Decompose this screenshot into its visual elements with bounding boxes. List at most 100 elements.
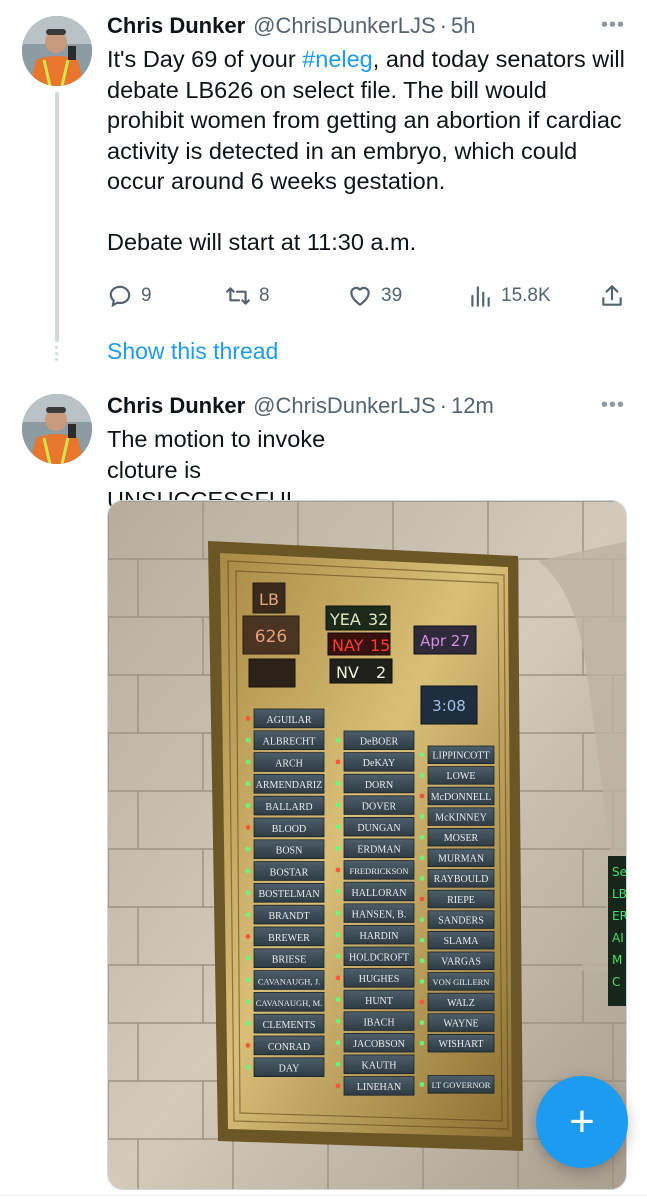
senator-name: HUGHES <box>359 974 400 985</box>
thread-dots <box>55 346 59 366</box>
vote-lamp <box>335 824 341 830</box>
vote-lamp <box>419 876 425 881</box>
vote-lamp <box>335 1040 341 1046</box>
avatar[interactable] <box>22 394 92 464</box>
share-icon <box>602 285 622 306</box>
board-clock: 3:08 <box>432 697 466 715</box>
bill-label: LB <box>259 590 279 609</box>
vote-lamp <box>335 781 341 786</box>
yea-label: YEA <box>329 610 361 629</box>
reply-count: 9 <box>141 285 152 306</box>
senator-name: BOSTELMAN <box>258 889 319 900</box>
senator-name: BRANDT <box>268 911 309 922</box>
hashtag-link[interactable]: #neleg <box>302 46 373 72</box>
author-handle[interactable]: @ChrisDunkerLJS <box>253 13 436 39</box>
senator-name: ERDMAN <box>357 845 400 856</box>
senator-name: WAYNE <box>443 1018 478 1029</box>
show-thread-link[interactable]: Show this thread <box>107 338 278 365</box>
vote-lamp <box>419 958 425 964</box>
yea-count: 32 <box>368 610 388 629</box>
senator-name: WALZ <box>447 998 475 1009</box>
senator-name: BOSTAR <box>270 867 309 878</box>
senator-name: HUNT <box>365 996 393 1007</box>
senator-name: VON GILLERN <box>433 977 490 987</box>
senator-name: DUNGAN <box>357 823 400 834</box>
vote-lamp <box>245 890 251 896</box>
vote-lamp <box>245 825 251 830</box>
vote-lamp <box>419 896 425 902</box>
vote-lamp <box>245 977 251 983</box>
tweet-1[interactable]: Chris Dunker @ChrisDunkerLJS · 5h ••• It… <box>0 0 647 380</box>
vote-lamp <box>419 1082 425 1087</box>
vote-lamp <box>419 855 425 861</box>
senator-name: RAYBOULD <box>434 874 489 885</box>
more-options-icon[interactable]: ••• <box>601 394 625 417</box>
more-options-icon[interactable]: ••• <box>601 14 625 37</box>
vote-lamp <box>245 955 251 961</box>
senator-name: BREWER <box>268 933 310 944</box>
vote-lamp <box>245 737 251 743</box>
name-plate <box>428 1055 494 1073</box>
author-handle[interactable]: @ChrisDunkerLJS <box>253 393 436 419</box>
vote-lamp <box>419 793 425 799</box>
vote-lamp <box>245 803 251 808</box>
view-count: 15.8K <box>501 285 551 306</box>
vote-tally: YEA 32 NAY 15 NV 2 <box>325 605 393 684</box>
side-sign-text: M <box>612 953 622 967</box>
senator-name: SANDERS <box>438 915 484 926</box>
vote-lamp <box>335 867 341 873</box>
senator-name: CAVANAUGH, M. <box>256 998 323 1008</box>
senator-name: ARMENDARIZ <box>256 780 323 791</box>
vote-lamp <box>419 752 425 758</box>
share-button[interactable] <box>599 282 633 310</box>
senator-name: LIPPINCOTT <box>432 751 489 762</box>
retweet-icon <box>226 287 250 305</box>
vote-lamp <box>335 953 341 959</box>
side-sign-text: AI <box>612 931 624 945</box>
vote-lamp <box>245 1043 251 1048</box>
bill-number: 626 <box>255 627 287 647</box>
tweet-text: It's Day 69 of your #neleg, and today se… <box>107 44 625 257</box>
vote-board-photo: LB 626 YEA 32 NAY 15 NV 2 Apr 27 3:08 AG… <box>108 501 627 1189</box>
senator-name: LINEHAN <box>357 1082 401 1093</box>
senator-name: ARCH <box>275 758 303 769</box>
vote-lamp <box>419 999 425 1005</box>
senator-name: McDONNELL <box>431 792 492 803</box>
vote-lamp <box>419 1020 425 1025</box>
timestamp[interactable]: 12m <box>451 393 494 419</box>
senator-name: CAVANAUGH, J. <box>258 976 320 986</box>
senator-name: CLEMENTS <box>263 1020 316 1031</box>
senator-name: SLAMA <box>443 936 479 947</box>
compose-tweet-button[interactable]: + <box>536 1076 628 1168</box>
vote-lamp <box>335 845 341 851</box>
tweet-text-part: It's Day 69 of your <box>107 46 303 72</box>
tweet-text-line: Debate will start at 11:30 a.m. <box>107 228 417 255</box>
views-button[interactable]: 15.8K <box>467 282 551 310</box>
senator-name: BOSN <box>276 846 303 857</box>
separator: · <box>439 393 447 418</box>
side-sign-text: Se <box>612 865 627 879</box>
vote-lamp <box>419 834 425 840</box>
tweet-photo[interactable]: LB 626 YEA 32 NAY 15 NV 2 Apr 27 3:08 AG… <box>107 500 627 1190</box>
reply-button[interactable]: 9 <box>107 282 152 310</box>
senator-name: DeBOER <box>360 737 399 748</box>
senator-name: DeKAY <box>363 758 395 769</box>
vote-lamp <box>245 868 251 874</box>
author-name[interactable]: Chris Dunker <box>107 393 245 419</box>
senator-name: MOSER <box>444 833 479 844</box>
vote-lamp <box>335 737 341 743</box>
timestamp[interactable]: 5h <box>451 13 475 39</box>
avatar[interactable] <box>22 16 92 86</box>
senator-name: HOLDCROFT <box>349 953 409 964</box>
vote-lamp <box>245 846 251 852</box>
vote-lamp <box>335 975 341 981</box>
senator-name: AGUILAR <box>267 715 312 726</box>
senator-name: JACOBSON <box>353 1039 405 1050</box>
vote-lamp <box>335 910 341 916</box>
retweet-button[interactable]: 8 <box>225 282 270 310</box>
vote-lamp <box>419 814 425 819</box>
like-button[interactable]: 39 <box>347 282 402 310</box>
author-name[interactable]: Chris Dunker <box>107 13 245 39</box>
vote-lamp <box>335 1061 341 1067</box>
divider <box>0 1195 647 1196</box>
